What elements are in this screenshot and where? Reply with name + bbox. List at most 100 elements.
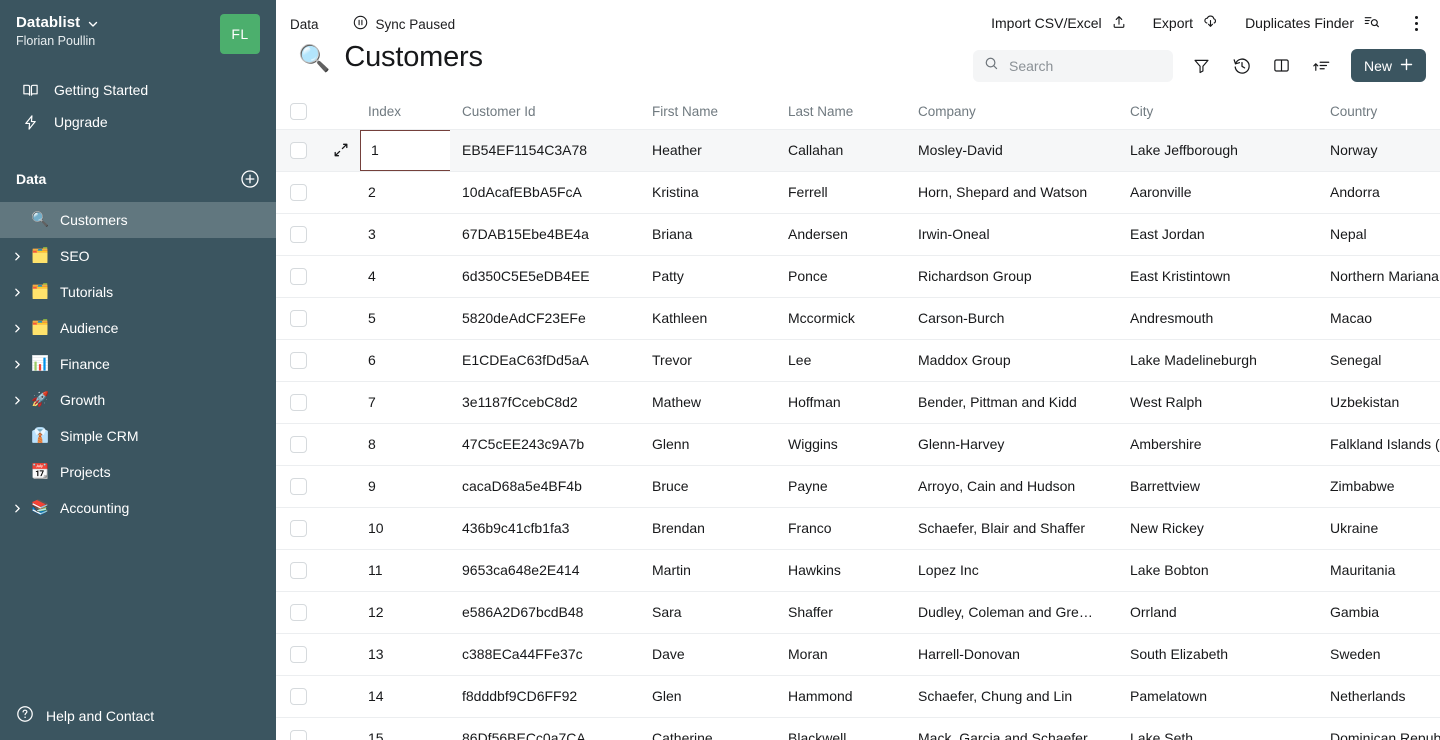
row-checkbox[interactable] (290, 646, 307, 663)
selected-cell[interactable]: 1 (360, 130, 450, 171)
select-all-checkbox[interactable] (290, 103, 307, 120)
cell-company[interactable]: Arroyo, Cain and Hudson (906, 465, 1118, 507)
cell-country[interactable]: Andorra (1318, 171, 1440, 213)
cell-customer-id[interactable]: f8dddbf9CD6FF92 (450, 675, 640, 717)
cell-index[interactable]: 10 (360, 507, 450, 549)
cell-city[interactable]: East Kristintown (1118, 255, 1318, 297)
cell-customer-id[interactable]: E1CDEaC63fDd5aA (450, 339, 640, 381)
cell-customer-id[interactable]: e586A2D67bcdB48 (450, 591, 640, 633)
cell-company[interactable]: Dudley, Coleman and Gre… (906, 591, 1118, 633)
cell-company[interactable]: Bender, Pittman and Kidd (906, 381, 1118, 423)
cell-country[interactable]: Netherlands (1318, 675, 1440, 717)
column-header-customer-id[interactable]: Customer Id (450, 95, 640, 129)
sync-status[interactable]: Sync Paused (353, 15, 456, 33)
cell-company[interactable]: Irwin-Oneal (906, 213, 1118, 255)
cell-country[interactable]: Norway (1318, 129, 1440, 171)
split-view-icon[interactable] (1271, 55, 1293, 77)
sidebar-item-tutorials[interactable]: 🗂️Tutorials (0, 274, 276, 310)
cell-first-name[interactable]: Catherine (640, 717, 776, 740)
table-row[interactable]: 367DAB15Ebe4BE4aBrianaAndersenIrwin-Onea… (276, 213, 1440, 255)
cell-last-name[interactable]: Shaffer (776, 591, 906, 633)
cell-city[interactable]: South Elizabeth (1118, 633, 1318, 675)
table-row[interactable]: 6E1CDEaC63fDd5aATrevorLeeMaddox GroupLak… (276, 339, 1440, 381)
cell-first-name[interactable]: Sara (640, 591, 776, 633)
cell-index[interactable]: 14 (360, 675, 450, 717)
table-row[interactable]: 55820deAdCF23EFeKathleenMccormickCarson-… (276, 297, 1440, 339)
table-row[interactable]: 12e586A2D67bcdB48SaraShafferDudley, Cole… (276, 591, 1440, 633)
table-row[interactable]: 1EB54EF1154C3A78HeatherCallahanMosley-Da… (276, 129, 1440, 171)
sidebar-item-audience[interactable]: 🗂️Audience (0, 310, 276, 346)
cell-country[interactable]: Gambia (1318, 591, 1440, 633)
cell-index[interactable]: 5 (360, 297, 450, 339)
cell-country[interactable]: Ukraine (1318, 507, 1440, 549)
column-header-last-name[interactable]: Last Name (776, 95, 906, 129)
add-collection-button[interactable] (240, 169, 260, 189)
cell-customer-id[interactable]: 67DAB15Ebe4BE4a (450, 213, 640, 255)
cell-company[interactable]: Schaefer, Blair and Shaffer (906, 507, 1118, 549)
cell-country[interactable]: Mauritania (1318, 549, 1440, 591)
cell-city[interactable]: Lake Madelineburgh (1118, 339, 1318, 381)
search-input[interactable] (1009, 58, 1149, 74)
table-row[interactable]: 210dAcafEBbA5FcAKristinaFerrellHorn, She… (276, 171, 1440, 213)
cell-city[interactable]: Andresmouth (1118, 297, 1318, 339)
cell-city[interactable]: Barrettview (1118, 465, 1318, 507)
cell-first-name[interactable]: Kristina (640, 171, 776, 213)
cell-company[interactable]: Horn, Shepard and Watson (906, 171, 1118, 213)
row-checkbox[interactable] (290, 478, 307, 495)
row-checkbox[interactable] (290, 184, 307, 201)
table-row[interactable]: 13c388ECa44FFe37cDaveMoranHarrell-Donova… (276, 633, 1440, 675)
cell-index[interactable]: 15 (360, 717, 450, 740)
cell-customer-id[interactable]: c388ECa44FFe37c (450, 633, 640, 675)
cell-city[interactable]: Aaronville (1118, 171, 1318, 213)
cell-first-name[interactable]: Brendan (640, 507, 776, 549)
cell-customer-id[interactable]: 3e1187fCcebC8d2 (450, 381, 640, 423)
row-checkbox[interactable] (290, 352, 307, 369)
cell-country[interactable]: Sweden (1318, 633, 1440, 675)
breadcrumb-data[interactable]: Data (290, 17, 319, 32)
row-checkbox[interactable] (290, 142, 307, 159)
column-header-company[interactable]: Company (906, 95, 1118, 129)
search-box[interactable] (973, 50, 1173, 82)
sidebar-item-customers[interactable]: 🔍Customers (0, 202, 276, 238)
chevron-right-icon[interactable] (6, 359, 28, 370)
cell-customer-id[interactable]: 436b9c41cfb1fa3 (450, 507, 640, 549)
cell-index[interactable]: 1 (360, 129, 450, 171)
cell-country[interactable]: Northern Mariana Islands (1318, 255, 1440, 297)
column-header-index[interactable]: Index (360, 95, 450, 129)
row-checkbox[interactable] (290, 394, 307, 411)
row-checkbox[interactable] (290, 310, 307, 327)
row-checkbox[interactable] (290, 268, 307, 285)
cell-first-name[interactable]: Mathew (640, 381, 776, 423)
cell-city[interactable]: Pamelatown (1118, 675, 1318, 717)
cell-first-name[interactable]: Briana (640, 213, 776, 255)
cell-country[interactable]: Nepal (1318, 213, 1440, 255)
column-header-country[interactable]: Country (1318, 95, 1440, 129)
table-row[interactable]: 119653ca648e2E414MartinHawkinsLopez IncL… (276, 549, 1440, 591)
cell-city[interactable]: Ambershire (1118, 423, 1318, 465)
cell-last-name[interactable]: Blackwell (776, 717, 906, 740)
cell-company[interactable]: Maddox Group (906, 339, 1118, 381)
cell-index[interactable]: 13 (360, 633, 450, 675)
cell-index[interactable]: 12 (360, 591, 450, 633)
cell-city[interactable]: East Jordan (1118, 213, 1318, 255)
row-checkbox[interactable] (290, 226, 307, 243)
cell-last-name[interactable]: Ponce (776, 255, 906, 297)
cell-last-name[interactable]: Hammond (776, 675, 906, 717)
expand-row-icon[interactable] (322, 142, 360, 158)
sidebar-item-growth[interactable]: 🚀Growth (0, 382, 276, 418)
chevron-right-icon[interactable] (6, 395, 28, 406)
cell-customer-id[interactable]: 10dAcafEBbA5FcA (450, 171, 640, 213)
sidebar-item-finance[interactable]: 📊Finance (0, 346, 276, 382)
sidebar-item-seo[interactable]: 🗂️SEO (0, 238, 276, 274)
row-checkbox[interactable] (290, 562, 307, 579)
cell-country[interactable]: Senegal (1318, 339, 1440, 381)
chevron-right-icon[interactable] (6, 503, 28, 514)
table-row[interactable]: 847C5cEE243c9A7bGlennWigginsGlenn-Harvey… (276, 423, 1440, 465)
cell-customer-id[interactable]: 86Df56BECc0a7CA (450, 717, 640, 740)
cell-customer-id[interactable]: cacaD68a5e4BF4b (450, 465, 640, 507)
cell-last-name[interactable]: Lee (776, 339, 906, 381)
sort-icon[interactable] (1311, 55, 1333, 77)
cell-company[interactable]: Richardson Group (906, 255, 1118, 297)
table-row[interactable]: 46d350C5E5eDB4EEPattyPonceRichardson Gro… (276, 255, 1440, 297)
cell-country[interactable]: Falkland Islands (Malvinas) (1318, 423, 1440, 465)
